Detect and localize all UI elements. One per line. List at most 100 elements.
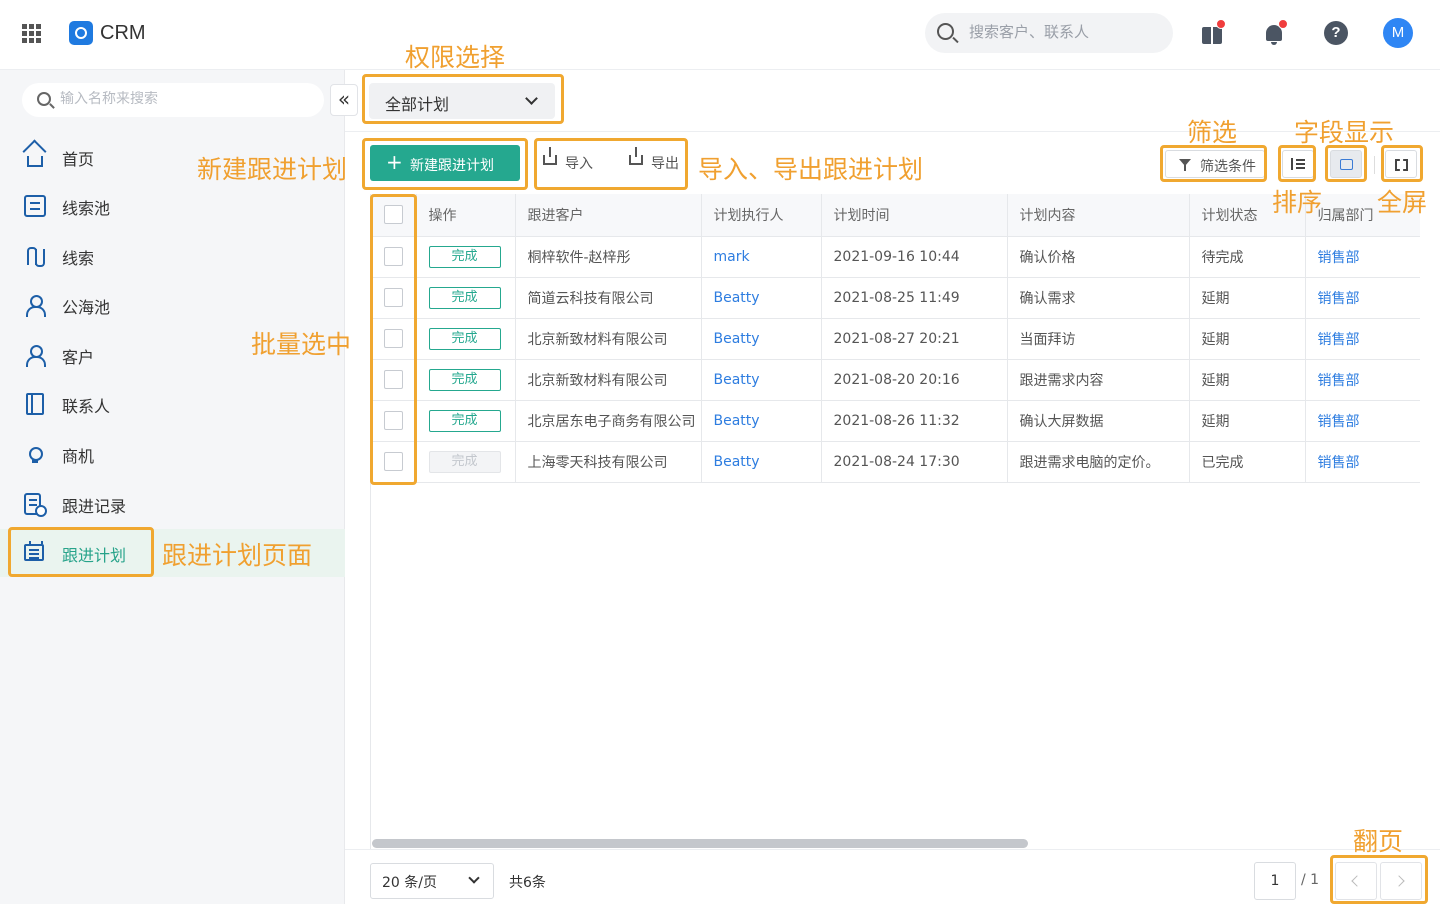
global-search-input[interactable] xyxy=(969,23,1159,41)
global-search[interactable] xyxy=(925,13,1173,53)
executor-link[interactable]: Beatty xyxy=(701,359,822,401)
action-cell: 完成 xyxy=(416,318,516,360)
fullscreen-button[interactable] xyxy=(1385,150,1417,178)
executor-link[interactable]: mark xyxy=(701,236,822,278)
row-checkbox[interactable] xyxy=(384,370,403,389)
scope-select[interactable]: 全部计划 xyxy=(369,83,555,119)
table-row[interactable]: 完成 北京新致材料有限公司 Beatty 2021-08-27 20:21 当面… xyxy=(371,318,1420,360)
sidebar-item-label: 联系人 xyxy=(62,397,111,416)
row-checkbox[interactable] xyxy=(384,452,403,471)
complete-button[interactable]: 完成 xyxy=(428,286,501,309)
row-checkbox[interactable] xyxy=(384,329,403,348)
field-display-icon xyxy=(1340,159,1353,170)
sidebar-item-opportunities[interactable]: 商机 xyxy=(0,430,345,478)
customer-cell: 简道云科技有限公司 xyxy=(515,277,702,319)
new-plan-button[interactable]: + 新建跟进计划 xyxy=(370,145,520,181)
status-cell: 延期 xyxy=(1189,318,1306,360)
table-row[interactable]: 完成 上海零天科技有限公司 Beatty 2021-08-24 17:30 跟进… xyxy=(371,441,1420,483)
table-row[interactable]: 完成 简道云科技有限公司 Beatty 2021-08-25 11:49 确认需… xyxy=(371,277,1420,319)
sidebar-search[interactable] xyxy=(22,83,324,117)
gift-icon[interactable] xyxy=(1200,19,1226,45)
sidebar-item-lead-pool[interactable]: 线索池 xyxy=(0,182,345,230)
app-name: CRM xyxy=(100,22,146,44)
next-page-button[interactable] xyxy=(1380,862,1422,900)
export-button[interactable]: 导出 xyxy=(629,147,689,176)
row-checkbox[interactable] xyxy=(384,247,403,266)
executor-link[interactable]: Beatty xyxy=(701,318,822,360)
pagination-bar: 20 条/页 共6条 1 / 1 xyxy=(345,849,1440,904)
column-header[interactable]: 计划内容 xyxy=(1007,194,1190,237)
table-row[interactable]: 完成 桐梓软件-赵梓彤 mark 2021-09-16 10:44 确认价格 待… xyxy=(371,236,1420,278)
annotation-filter: 筛选 xyxy=(1187,118,1238,147)
sidebar-item-followup-records[interactable]: 跟进记录 xyxy=(0,480,345,528)
column-header[interactable]: 计划执行人 xyxy=(701,194,822,237)
customer-cell: 上海零天科技有限公司 xyxy=(515,441,702,483)
department-link[interactable]: 销售部 xyxy=(1305,236,1420,278)
notification-dot-icon xyxy=(1278,19,1288,29)
row-select-cell xyxy=(371,277,417,319)
executor-link[interactable]: Beatty xyxy=(701,400,822,442)
customer-cell: 北京新致材料有限公司 xyxy=(515,318,702,360)
sidebar-item-leads[interactable]: 线索 xyxy=(0,232,345,280)
annotation-sort: 排序 xyxy=(1272,188,1323,217)
complete-button[interactable]: 完成 xyxy=(428,245,501,268)
fullscreen-icon xyxy=(1395,159,1408,171)
home-icon xyxy=(27,156,43,167)
content-cell: 跟进需求内容 xyxy=(1007,359,1190,401)
row-checkbox[interactable] xyxy=(384,288,403,307)
content-cell: 确认大屏数据 xyxy=(1007,400,1190,442)
new-plan-label: 新建跟进计划 xyxy=(410,158,494,174)
collapse-sidebar-button[interactable]: « xyxy=(330,84,358,116)
annotation-batch-select: 批量选中 xyxy=(251,330,352,359)
row-checkbox[interactable] xyxy=(384,411,403,430)
column-header[interactable]: 计划时间 xyxy=(821,194,1008,237)
sidebar-item-label: 线索 xyxy=(62,249,95,268)
complete-button[interactable]: 完成 xyxy=(428,327,501,350)
executor-link[interactable]: Beatty xyxy=(701,277,822,319)
lead-icon xyxy=(24,245,46,267)
select-all-cell xyxy=(371,194,417,237)
sort-button[interactable] xyxy=(1282,150,1314,178)
column-header[interactable]: 跟进客户 xyxy=(515,194,702,237)
import-label: 导入 xyxy=(565,156,593,172)
page-number-input[interactable]: 1 xyxy=(1254,862,1296,900)
download-icon xyxy=(543,147,557,165)
import-button[interactable]: 导入 xyxy=(543,147,603,176)
page-size-select[interactable]: 20 条/页 xyxy=(370,863,494,899)
annotation-fullscreen: 全屏 xyxy=(1377,188,1428,217)
apps-grid-icon[interactable] xyxy=(22,24,41,43)
search-icon xyxy=(937,23,954,40)
status-cell: 延期 xyxy=(1189,277,1306,319)
sidebar-item-contacts[interactable]: 联系人 xyxy=(0,380,345,428)
horizontal-scrollbar[interactable] xyxy=(372,839,1028,848)
select-all-checkbox[interactable] xyxy=(384,205,403,225)
sidebar-item-label: 公海池 xyxy=(62,298,111,317)
sidebar-item-label: 跟进记录 xyxy=(62,497,127,516)
department-link[interactable]: 销售部 xyxy=(1305,400,1420,442)
department-link[interactable]: 销售部 xyxy=(1305,359,1420,401)
department-link[interactable]: 销售部 xyxy=(1305,441,1420,483)
action-cell: 完成 xyxy=(416,359,516,401)
executor-link[interactable]: Beatty xyxy=(701,441,822,483)
filter-button[interactable]: 筛选条件 xyxy=(1165,150,1265,178)
chevron-down-icon xyxy=(468,872,480,884)
complete-button[interactable]: 完成 xyxy=(428,368,501,391)
sidebar-item-public-pool[interactable]: 公海池 xyxy=(0,281,345,329)
sidebar-search-input[interactable] xyxy=(60,91,310,107)
department-link[interactable]: 销售部 xyxy=(1305,277,1420,319)
table-row[interactable]: 完成 北京新致材料有限公司 Beatty 2021-08-20 20:16 跟进… xyxy=(371,359,1420,401)
row-select-cell xyxy=(371,236,417,278)
prev-page-button[interactable] xyxy=(1335,862,1377,900)
department-link[interactable]: 销售部 xyxy=(1305,318,1420,360)
complete-button[interactable]: 完成 xyxy=(428,409,501,432)
user-avatar[interactable]: M xyxy=(1383,18,1413,48)
field-display-button[interactable] xyxy=(1330,150,1362,178)
contacts-icon xyxy=(26,393,44,415)
sidebar-item-label: 客户 xyxy=(62,348,95,367)
filter-label: 筛选条件 xyxy=(1200,159,1256,175)
help-icon[interactable]: ? xyxy=(1324,21,1348,45)
table-row[interactable]: 完成 北京居东电子商务有限公司 Beatty 2021-08-26 11:32 … xyxy=(371,400,1420,442)
customer-cell: 桐梓软件-赵梓彤 xyxy=(515,236,702,278)
annotation-field-display: 字段显示 xyxy=(1294,118,1395,147)
bell-icon[interactable] xyxy=(1262,19,1288,45)
